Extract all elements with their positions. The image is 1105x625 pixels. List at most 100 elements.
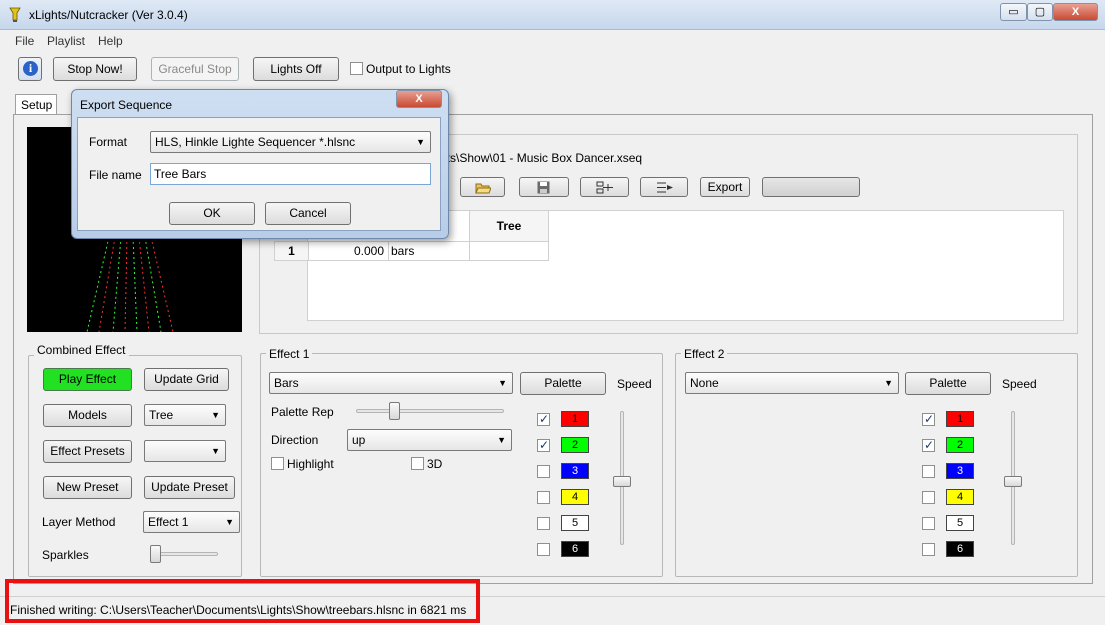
effect2-color-6-swatch[interactable]: 6 [946, 541, 974, 557]
update-grid-button[interactable]: Update Grid [144, 368, 229, 391]
effect2-color-3-swatch[interactable]: 3 [946, 463, 974, 479]
chevron-down-icon: ▼ [225, 517, 234, 527]
menu-playlist[interactable]: Playlist [47, 34, 85, 48]
highlight-label: Highlight [287, 457, 334, 471]
stop-now-button[interactable]: Stop Now! [53, 57, 137, 81]
effect1-color-1-swatch[interactable]: 1 [561, 411, 589, 427]
preset-select[interactable]: ▼ [144, 440, 226, 462]
delete-rows-button[interactable] [640, 177, 688, 197]
export-button[interactable]: Export [700, 177, 750, 197]
format-select-value: HLS, Hinkle Lighte Sequencer *.hlsnc [155, 135, 356, 149]
color-number-label: 6 [568, 543, 582, 555]
effect1-color-4-checkbox[interactable] [537, 491, 550, 504]
effect1-color-6-swatch[interactable]: 6 [561, 541, 589, 557]
effect2-color-4-swatch[interactable]: 4 [946, 489, 974, 505]
sparkles-slider[interactable] [150, 545, 161, 563]
play-effect-button[interactable]: Play Effect [43, 368, 132, 391]
ok-button[interactable]: OK [169, 202, 255, 225]
layer-method-select[interactable]: Effect 1 ▼ [143, 511, 240, 533]
graceful-stop-button[interactable]: Graceful Stop [151, 57, 239, 81]
chevron-down-icon: ▼ [497, 435, 506, 445]
effect2-color-6-checkbox[interactable] [922, 543, 935, 556]
menu-file[interactable]: File [15, 34, 34, 48]
grid-cell-effect[interactable]: bars [388, 241, 470, 261]
direction-label: Direction [271, 433, 319, 447]
effect2-speed-slider[interactable] [1004, 476, 1022, 487]
save-button[interactable] [519, 177, 569, 197]
highlight-checkbox[interactable] [271, 457, 284, 470]
dialog-close-button[interactable]: X [396, 90, 442, 108]
effect1-color-3-swatch[interactable]: 3 [561, 463, 589, 479]
maximize-button[interactable]: ▢ [1027, 3, 1053, 21]
effect2-color-2-swatch[interactable]: 2 [946, 437, 974, 453]
annotation-highlight-box [5, 579, 480, 623]
effect2-color-1-swatch[interactable]: 1 [946, 411, 974, 427]
effect1-color-2-swatch[interactable]: 2 [561, 437, 589, 453]
chevron-down-icon: ▼ [211, 410, 220, 420]
info-button[interactable]: i [18, 57, 42, 81]
effect2-color-1-checkbox[interactable] [922, 412, 935, 426]
output-to-lights-checkbox[interactable] [350, 62, 363, 75]
insert-row-icon [596, 181, 613, 194]
effect1-color-2-checkbox[interactable] [537, 438, 550, 452]
palette-rep-slider-track [356, 409, 504, 413]
chevron-down-icon: ▼ [884, 378, 893, 388]
minimize-button[interactable]: ▭ [1000, 3, 1027, 21]
effect1-select[interactable]: Bars ▼ [269, 372, 513, 394]
color-number-label: 5 [953, 517, 967, 529]
color-number-label: 4 [956, 491, 964, 503]
effect1-color-5-checkbox[interactable] [537, 517, 550, 530]
direction-select-value: up [352, 433, 366, 447]
color-number-label: 1 [956, 413, 964, 425]
close-button[interactable]: X [1053, 3, 1098, 21]
effect-presets-button[interactable]: Effect Presets [43, 440, 132, 463]
effect1-color-1-checkbox[interactable] [537, 412, 550, 426]
direction-select[interactable]: up ▼ [347, 429, 512, 451]
grid-row-number[interactable]: 1 [274, 241, 309, 261]
color-number-label: 3 [571, 465, 579, 477]
effect1-color-5-swatch[interactable]: 5 [561, 515, 589, 531]
effect1-color-3-checkbox[interactable] [537, 465, 550, 478]
models-button[interactable]: Models [43, 404, 132, 427]
format-select[interactable]: HLS, Hinkle Lighte Sequencer *.hlsnc ▼ [150, 131, 431, 153]
three-d-checkbox[interactable] [411, 457, 424, 470]
minimize-icon: ▭ [1008, 6, 1019, 18]
model-select[interactable]: Tree ▼ [144, 404, 226, 426]
layer-method-value: Effect 1 [148, 515, 189, 529]
lights-off-button[interactable]: Lights Off [253, 57, 339, 81]
grid-cell-time[interactable]: 0.000 [308, 241, 389, 261]
grid-cell-tree[interactable] [469, 241, 549, 261]
effect2-color-5-swatch[interactable]: 5 [946, 515, 974, 531]
color-number-label: 6 [953, 543, 967, 555]
update-preset-button[interactable]: Update Preset [144, 476, 235, 499]
effect1-color-4-swatch[interactable]: 4 [561, 489, 589, 505]
new-preset-button[interactable]: New Preset [43, 476, 132, 499]
effect2-color-2-checkbox[interactable] [922, 438, 935, 452]
combined-effect-label: Combined Effect [34, 343, 129, 357]
effect1-color-6-checkbox[interactable] [537, 543, 550, 556]
color-number-label: 3 [956, 465, 964, 477]
color-number-label: 2 [956, 439, 964, 451]
menu-help[interactable]: Help [98, 34, 123, 48]
window-title: xLights/Nutcracker (Ver 3.0.4) [29, 8, 188, 22]
effect2-color-5-checkbox[interactable] [922, 517, 935, 530]
palette-rep-slider[interactable] [389, 402, 400, 420]
cancel-button[interactable]: Cancel [265, 202, 351, 225]
tab-setup[interactable]: Setup [15, 94, 57, 114]
effect2-select[interactable]: None ▼ [685, 372, 899, 394]
color-number-label: 1 [571, 413, 579, 425]
effect2-color-3-checkbox[interactable] [922, 465, 935, 478]
effect1-label: Effect 1 [266, 347, 313, 361]
effect2-label: Effect 2 [681, 347, 728, 361]
file-name-input[interactable] [150, 163, 431, 185]
effect1-palette-button[interactable]: Palette [520, 372, 606, 395]
delete-row-icon [657, 182, 673, 193]
grid-column-header-tree[interactable]: Tree [469, 210, 549, 242]
open-button[interactable] [460, 177, 505, 197]
effect2-palette-button[interactable]: Palette [905, 372, 991, 395]
color-number-label: 5 [568, 517, 582, 529]
effect2-color-4-checkbox[interactable] [922, 491, 935, 504]
insert-rows-button[interactable] [580, 177, 629, 197]
file-name-label: File name [89, 168, 142, 182]
effect1-speed-slider[interactable] [613, 476, 631, 487]
